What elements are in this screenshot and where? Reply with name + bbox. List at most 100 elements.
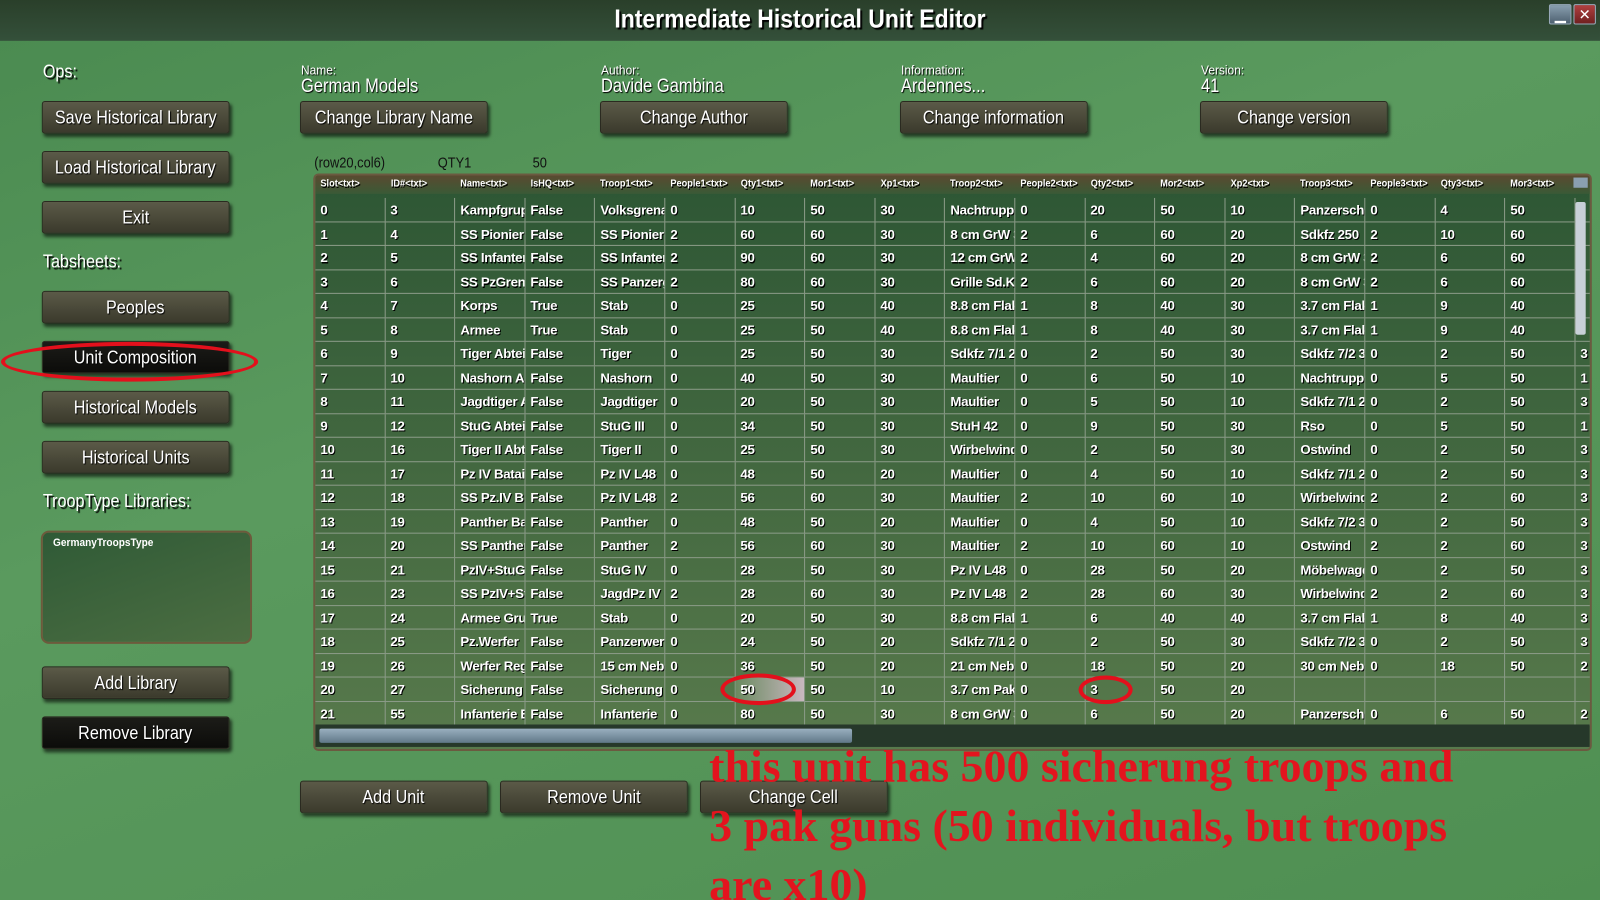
- table-cell[interactable]: 0: [1015, 557, 1086, 582]
- change-version-button[interactable]: Change version: [1199, 101, 1388, 134]
- table-cell[interactable]: 20: [1225, 677, 1296, 702]
- table-cell[interactable]: 60: [1155, 533, 1226, 558]
- table-cell[interactable]: Jagdtiger: [595, 389, 666, 414]
- table-cell[interactable]: 6: [1435, 701, 1506, 725]
- table-cell[interactable]: 0: [1015, 365, 1086, 390]
- table-cell[interactable]: 60: [1505, 533, 1576, 558]
- table-cell[interactable]: 30 cm Neb: [1295, 653, 1366, 678]
- table-cell[interactable]: 30: [875, 485, 946, 510]
- table-cell[interactable]: 3: [1575, 438, 1589, 461]
- table-cell[interactable]: 3: [315, 269, 386, 294]
- table-cell[interactable]: 2: [665, 485, 736, 510]
- table-cell[interactable]: 20: [1225, 557, 1296, 582]
- table-cell[interactable]: 40: [735, 365, 806, 390]
- table-cell[interactable]: 28: [735, 581, 806, 606]
- add-unit-button[interactable]: Add Unit: [299, 780, 488, 814]
- table-cell[interactable]: 4: [315, 293, 386, 318]
- table-cell[interactable]: 0: [1365, 701, 1436, 725]
- table-cell[interactable]: 50: [1505, 197, 1576, 222]
- table-cell[interactable]: Ostwind: [1295, 533, 1366, 558]
- table-cell[interactable]: 24: [385, 605, 456, 630]
- table-cell[interactable]: SS PzIV+St: [455, 581, 526, 606]
- table-cell[interactable]: 3: [1575, 630, 1589, 653]
- table-cell[interactable]: 50: [805, 677, 876, 702]
- table-cell[interactable]: 2: [1435, 485, 1506, 510]
- table-cell[interactable]: Tiger II Abt: [455, 437, 526, 462]
- table-cell[interactable]: 19: [385, 509, 456, 534]
- table-cell[interactable]: Infanterie E: [455, 701, 526, 725]
- change-library-name-button[interactable]: Change Library Name: [299, 101, 488, 134]
- table-cell[interactable]: 60: [805, 581, 876, 606]
- table-cell[interactable]: 34: [735, 413, 806, 438]
- table-cell[interactable]: 10: [735, 197, 806, 222]
- table-cell[interactable]: 0: [665, 197, 736, 222]
- table-cell[interactable]: 6: [1085, 221, 1156, 246]
- table-cell[interactable]: 50: [805, 317, 876, 342]
- table-cell[interactable]: 25: [735, 341, 806, 366]
- table-cell[interactable]: Panzerschr: [1295, 197, 1366, 222]
- table-cell[interactable]: 3: [1575, 342, 1589, 365]
- table-cell[interactable]: 12: [315, 485, 386, 510]
- tab-historical-models[interactable]: Historical Models: [41, 390, 230, 424]
- table-cell[interactable]: 6: [385, 269, 456, 294]
- table-cell[interactable]: 6: [1435, 245, 1506, 270]
- table-cell[interactable]: 0: [1015, 461, 1086, 486]
- column-header[interactable]: Qty1<txt>: [740, 179, 782, 190]
- column-header[interactable]: Xp2<txt>: [1230, 179, 1269, 190]
- table-cell[interactable]: 5: [1435, 413, 1506, 438]
- table-cell[interactable]: Pz.Werfer: [455, 629, 526, 654]
- table-cell[interactable]: 6: [1085, 605, 1156, 630]
- table-cell[interactable]: Panther: [595, 509, 666, 534]
- table-cell[interactable]: 8 cm GrW 3: [945, 701, 1016, 725]
- table-cell[interactable]: 0: [1365, 557, 1436, 582]
- table-cell[interactable]: Pz IV L48: [945, 581, 1016, 606]
- table-cell[interactable]: 60: [1505, 485, 1576, 510]
- table-cell[interactable]: 30: [875, 341, 946, 366]
- unit-composition-grid[interactable]: Slot<txt> ID#<txt> Name<txt> IsHQ<txt> Troop…: [313, 173, 1592, 752]
- table-cell[interactable]: 10: [1225, 485, 1296, 510]
- table-cell[interactable]: 10: [1085, 533, 1156, 558]
- table-cell[interactable]: 12 cm GrW: [945, 245, 1016, 270]
- column-header[interactable]: Mor2<txt>: [1160, 179, 1204, 190]
- table-row[interactable]: 5 8 Armee True Stab 0 25 50 40 8.8 cm Flak 1 8 40 30 3…: [315, 317, 1590, 342]
- table-cell[interactable]: False: [525, 245, 596, 270]
- table-cell[interactable]: 0: [1365, 197, 1436, 222]
- table-cell[interactable]: 3: [1575, 486, 1589, 509]
- table-cell[interactable]: True: [525, 293, 596, 318]
- table-cell[interactable]: 28: [1085, 581, 1156, 606]
- table-cell[interactable]: 2: [1575, 654, 1589, 677]
- table-cell[interactable]: 50: [1155, 653, 1226, 678]
- table-cell[interactable]: 60: [805, 245, 876, 270]
- table-cell[interactable]: 20: [875, 461, 946, 486]
- table-cell[interactable]: 7: [315, 365, 386, 390]
- table-cell[interactable]: 10: [1225, 365, 1296, 390]
- table-cell[interactable]: 16: [315, 581, 386, 606]
- table-cell[interactable]: 50: [1155, 461, 1226, 486]
- table-cell[interactable]: 6: [1085, 701, 1156, 725]
- table-cell[interactable]: 18: [1435, 653, 1506, 678]
- table-cell[interactable]: 3: [1575, 606, 1589, 629]
- table-cell[interactable]: 9: [1085, 413, 1156, 438]
- library-item[interactable]: GermanyTroopsType: [53, 537, 153, 549]
- table-cell[interactable]: 3: [1575, 510, 1589, 533]
- table-cell[interactable]: 60: [805, 221, 876, 246]
- table-cell[interactable]: 2: [1435, 389, 1506, 414]
- table-cell[interactable]: 2: [315, 245, 386, 270]
- table-cell[interactable]: 60: [805, 533, 876, 558]
- column-header[interactable]: Troop2<txt>: [950, 179, 1003, 190]
- table-cell[interactable]: 10: [1225, 389, 1296, 414]
- table-cell[interactable]: 11: [385, 389, 456, 414]
- table-cell[interactable]: 40: [875, 317, 946, 342]
- table-cell[interactable]: 8 cm GrW 3: [1295, 245, 1366, 270]
- table-cell[interactable]: 6: [1435, 269, 1506, 294]
- table-cell[interactable]: Möbelwage: [1295, 557, 1366, 582]
- table-cell[interactable]: 15 cm Neb: [595, 653, 666, 678]
- table-cell[interactable]: 0: [1365, 389, 1436, 414]
- change-information-button[interactable]: Change information: [899, 101, 1088, 134]
- table-cell[interactable]: 40: [875, 293, 946, 318]
- table-cell[interactable]: 2: [1435, 437, 1506, 462]
- table-cell[interactable]: 0: [665, 701, 736, 725]
- table-cell[interactable]: 60: [1505, 581, 1576, 606]
- column-header[interactable]: Xp1<txt>: [880, 179, 919, 190]
- table-cell[interactable]: 30: [1225, 629, 1296, 654]
